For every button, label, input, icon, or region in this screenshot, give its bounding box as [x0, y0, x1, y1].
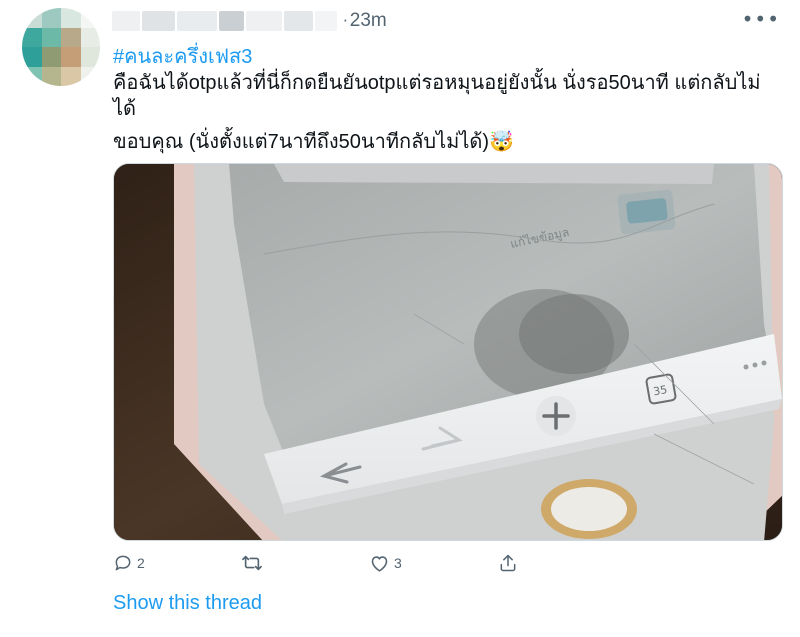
tweet-text-line: ขอบคุณ (นั่งตั้งแต่7นาทีถึง50นาทีกลับไม่…	[113, 131, 514, 153]
timestamp[interactable]: 23m	[350, 10, 387, 32]
phone-screen-photo: แก้ไขข้อมูล 35	[114, 164, 782, 540]
tweet-header: · 23m	[108, 6, 387, 36]
tweet[interactable]: · 23m ••• #คนละครึ่งเฟส3 คือฉันได้otpแล้…	[0, 0, 800, 637]
like-count: 3	[394, 555, 402, 571]
heart-icon	[371, 556, 388, 572]
display-name[interactable]	[112, 10, 337, 32]
avatar[interactable]	[22, 8, 100, 86]
retweet-button[interactable]	[241, 553, 263, 573]
tweet-actions: 2 3	[113, 553, 533, 579]
share-button[interactable]	[498, 553, 518, 573]
separator-dot: ·	[343, 12, 348, 30]
retweet-icon	[242, 555, 262, 571]
share-icon	[500, 554, 516, 572]
hashtag-link[interactable]: #คนละครึ่งเฟส3	[113, 40, 252, 72]
reply-icon	[115, 555, 131, 571]
tweet-photo[interactable]: แก้ไขข้อมูล 35	[113, 163, 783, 541]
like-button[interactable]: 3	[369, 553, 402, 573]
tweet-text-line: คือฉันได้otpแล้วที่นี่ก็กดยืนยันotpแต่รอ…	[113, 72, 761, 120]
tweet-text: คือฉันได้otpแล้วที่นี่ก็กดยืนยันotpแต่รอ…	[113, 70, 778, 155]
show-thread-link[interactable]: Show this thread	[113, 592, 262, 615]
reply-button[interactable]: 2	[113, 553, 145, 573]
tab-count-label: 35	[652, 383, 668, 398]
reply-count: 2	[137, 555, 145, 571]
more-options-icon[interactable]: •••	[742, 8, 780, 30]
